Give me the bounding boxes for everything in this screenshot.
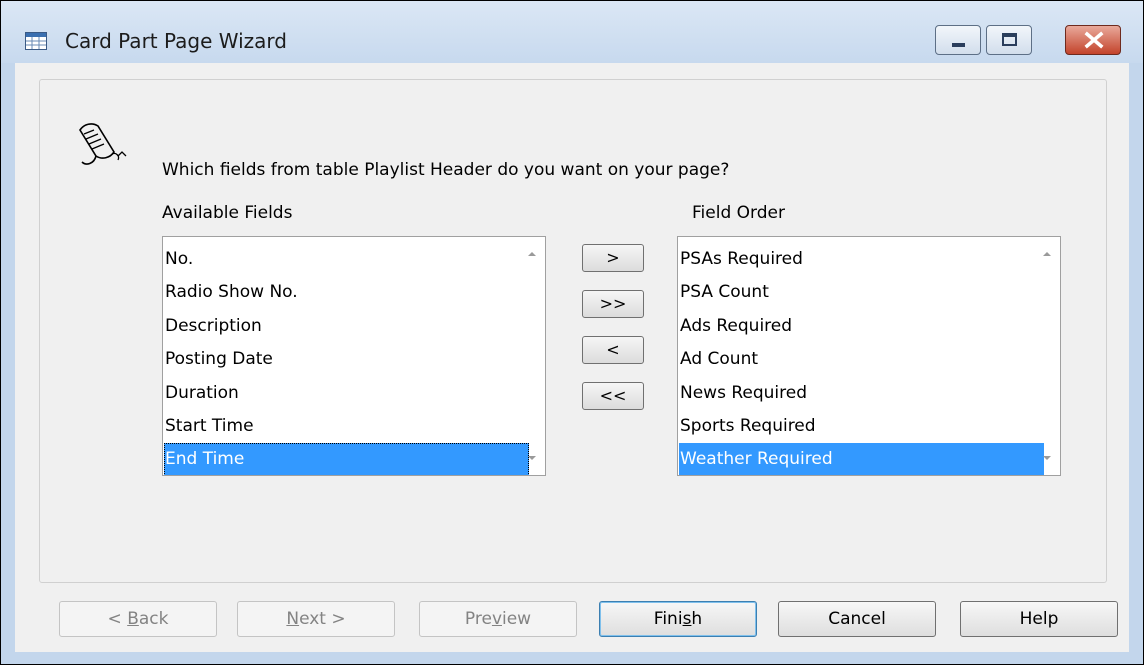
list-item[interactable]: Sports Required xyxy=(679,410,1044,443)
finish-button[interactable]: Finish xyxy=(599,601,757,637)
available-fields-list[interactable]: No. Radio Show No. Description Posting Date… xyxy=(162,236,546,476)
wizard-window: Card Part Page Wizard Which fields from … xyxy=(0,0,1144,665)
list-item[interactable]: End Time xyxy=(164,443,529,475)
minimize-icon xyxy=(952,43,965,47)
minimize-button[interactable] xyxy=(935,25,981,55)
field-order-label: Field Order xyxy=(692,203,785,223)
table-icon xyxy=(25,32,47,50)
title-bar[interactable]: Card Part Page Wizard xyxy=(1,1,1143,63)
remove-all-fields-button[interactable]: << xyxy=(582,382,644,410)
close-icon xyxy=(1084,31,1104,49)
list-item[interactable]: Duration xyxy=(164,377,529,410)
list-item[interactable]: No. xyxy=(164,243,529,276)
maximize-button[interactable] xyxy=(986,25,1032,55)
add-field-button[interactable]: > xyxy=(582,244,644,272)
list-item[interactable]: News Required xyxy=(679,377,1044,410)
list-item[interactable]: Radio Show No. xyxy=(164,276,529,309)
list-item[interactable]: Ad Count xyxy=(679,343,1044,376)
wizard-panel: Which fields from table Playlist Header … xyxy=(39,79,1107,583)
next-button[interactable]: Next > xyxy=(237,601,395,637)
wizard-scroll-icon xyxy=(79,123,127,165)
list-item[interactable]: PSA Count xyxy=(679,276,1044,309)
window-title: Card Part Page Wizard xyxy=(65,29,287,53)
field-order-list[interactable]: PSAs Required PSA Count Ads Required Ad Cou… xyxy=(677,236,1061,476)
scroll-down-icon[interactable] xyxy=(523,451,541,465)
list-item[interactable]: PSAs Required xyxy=(679,243,1044,276)
preview-button[interactable]: Preview xyxy=(419,601,577,637)
remove-field-button[interactable]: < xyxy=(582,336,644,364)
maximize-icon xyxy=(1002,33,1017,46)
cancel-button[interactable]: Cancel xyxy=(778,601,936,637)
scroll-up-icon[interactable] xyxy=(523,247,541,261)
list-item[interactable]: Description xyxy=(164,310,529,343)
available-fields-label: Available Fields xyxy=(162,203,293,223)
back-button[interactable]: < Back xyxy=(59,601,217,637)
wizard-prompt: Which fields from table Playlist Header … xyxy=(162,160,730,180)
add-all-fields-button[interactable]: >> xyxy=(582,290,644,318)
list-item[interactable]: Weather Required xyxy=(679,443,1044,475)
list-item[interactable]: Posting Date xyxy=(164,343,529,376)
list-item[interactable]: Start Time xyxy=(164,410,529,443)
list-item[interactable]: Ads Required xyxy=(679,310,1044,343)
close-button[interactable] xyxy=(1065,25,1121,55)
wizard-body: Which fields from table Playlist Header … xyxy=(15,63,1129,652)
scroll-up-icon[interactable] xyxy=(1038,247,1056,261)
help-button[interactable]: Help xyxy=(960,601,1118,637)
scroll-down-icon[interactable] xyxy=(1038,451,1056,465)
